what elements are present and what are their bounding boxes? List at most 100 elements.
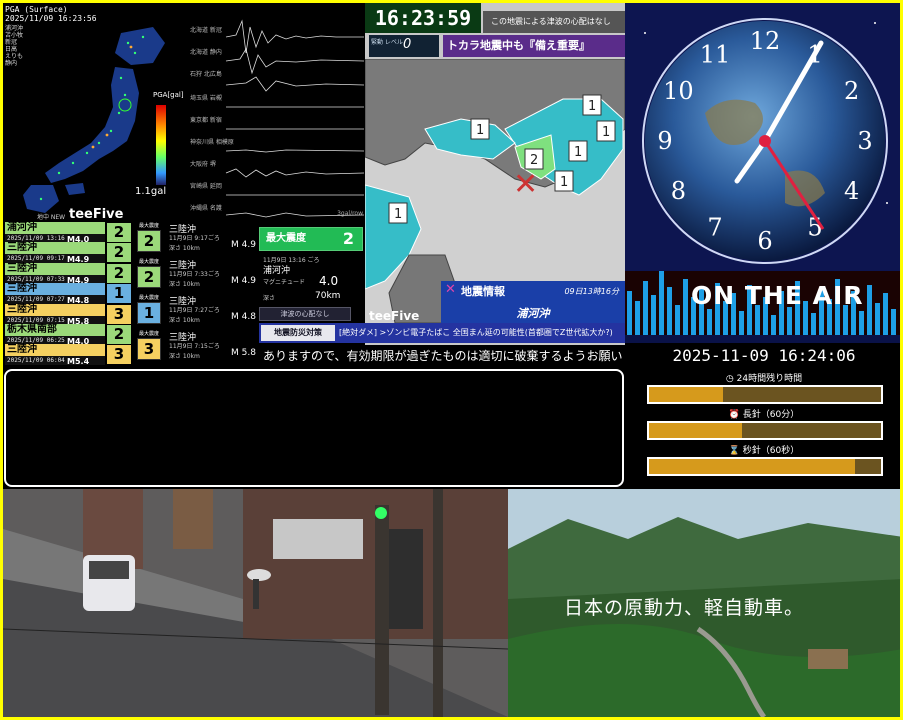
- latest-quake-location: 浦河沖: [263, 266, 291, 276]
- analog-clock: 121234567891011: [625, 3, 900, 273]
- quake-info-title: 地震情報: [461, 285, 505, 298]
- station-list: 浦河沖 苫小牧 新冠 日高 えりも 静内: [5, 25, 23, 67]
- wave-label: 石狩 北広島: [190, 71, 222, 78]
- multiview-screen: PGA (Surface) 2025/11/09 16:23:56 浦河沖 苫小…: [0, 0, 903, 720]
- detail-header: 最大震度: [138, 223, 159, 229]
- caption-box: [4, 369, 624, 487]
- detail-depth: 深さ 10km: [169, 353, 200, 360]
- on-air-label: ON THE AIR: [691, 281, 864, 310]
- bar-track: [647, 385, 883, 404]
- detail-intensity: 2: [137, 266, 161, 288]
- quake-intensity: 2: [107, 263, 131, 283]
- footer-label: 地中 NEW: [37, 214, 66, 221]
- quake-intensity: 2: [107, 325, 131, 344]
- quake-list-item: 栃木県南部 2025/11/09 06:25 M4.0 2: [5, 324, 133, 346]
- intensity-marker: 2: [530, 153, 538, 168]
- wave-label: 北海道 静内: [190, 49, 222, 56]
- detail-time: 11月9日 9:17ごろ: [169, 235, 220, 242]
- station-name: 静内: [5, 60, 18, 67]
- bar-track: [647, 457, 883, 476]
- quake-location: 浦河沖: [5, 222, 105, 234]
- depth-label: 深さ: [263, 295, 276, 302]
- quake-magnitude: M5.4: [67, 357, 90, 365]
- clock-numeral: 3: [857, 127, 872, 155]
- quake-list-item: 三陸沖 2025/11/09 09:17 M4.9 2: [5, 242, 133, 264]
- pga-value: 1.1gal: [135, 186, 167, 197]
- detail-header: 最大震度: [138, 295, 159, 301]
- quake-info-banner: ✕ 地震情報 09日13時16分 浦河沖: [441, 281, 625, 323]
- quake-location: 三陸沖: [5, 262, 105, 275]
- detail-magnitude: M 5.8: [231, 348, 256, 358]
- detail-time: 11月9日 7:33ごろ: [169, 271, 220, 278]
- digital-datetime: 2025-11-09 16:24:06: [625, 343, 900, 369]
- detail-depth: 深さ 10km: [169, 281, 200, 288]
- latest-quake-panel: 最大震度 2 11月9日 13:16 ごろ 浦河沖 マグニチュード 4.0 深さ…: [259, 227, 363, 327]
- street-scene-image: [3, 489, 508, 717]
- bar-track: [647, 421, 883, 440]
- ticker-text: [絶対ダメ] >ゾンビ電子たばこ 全国まん延の可能性(首都圏でZ世代拡大か?): [339, 328, 613, 337]
- magnitude-label: マグニチュード: [263, 279, 306, 286]
- detail-depth: 深さ 10km: [169, 317, 200, 324]
- detail-magnitude: M 4.9: [231, 240, 256, 250]
- station-name: 日高: [5, 46, 18, 53]
- tv-broadcast-panel: ✕ 1 1 1 1 2 1 1 16:23:59 この地震による津波の心配はなし…: [365, 3, 625, 365]
- max-intensity-box: 最大震度 2: [259, 227, 363, 251]
- wave-label: 北海道 新冠: [190, 27, 222, 34]
- intensity-marker: 1: [588, 99, 596, 114]
- bar-label: ⏰ 長針（60分）: [728, 410, 800, 420]
- clock-numeral: 10: [663, 77, 694, 105]
- tv-clock: 16:23:59: [365, 3, 481, 33]
- seismic-header-mode: PGA (Surface): [5, 5, 68, 14]
- bar-fill: [649, 459, 856, 474]
- clock-numeral: 2: [844, 77, 859, 105]
- clock-numeral: 4: [844, 177, 859, 205]
- seismic-monitor-panel: PGA (Surface) 2025/11/09 16:23:56 浦河沖 苫小…: [3, 3, 365, 365]
- quake-level-value: 0: [403, 37, 412, 52]
- bar-label: ⌛ 秒針（60秒）: [728, 446, 800, 456]
- intensity-marker: 1: [602, 125, 610, 140]
- minute-hand-bar: ⏰ 長針（60分）: [625, 407, 900, 447]
- ticker-tag: 地震防災対策: [261, 325, 335, 341]
- traffic-light: [375, 507, 387, 519]
- quake-info-location: 浦河沖: [516, 307, 550, 320]
- clock-numeral: 6: [757, 227, 772, 255]
- max-intensity-label: 最大震度: [266, 233, 306, 244]
- quake-list-item: 浦河沖 2025/11/09 13:16 M4.0 2: [5, 222, 133, 244]
- magnitude-value: 4.0: [319, 274, 339, 288]
- bar-fill: [649, 423, 742, 438]
- detail-intensity: 3: [137, 338, 161, 360]
- scrolling-ticker: ありますので、有効期限が過ぎたものは適切に破棄するようお願いします: [259, 345, 625, 367]
- quake-detail-item: 最大震度 3 三陸沖 11月9日 7:15ごろ 深さ 10km M 5.8: [135, 330, 257, 364]
- detail-header: 最大震度: [138, 259, 159, 265]
- on-air-banner: ON THE AIR: [625, 271, 900, 335]
- pga-scale-label: PGA[gal]: [153, 91, 184, 99]
- quake-location: 三陸沖: [5, 303, 105, 316]
- station-name: 浦河沖: [5, 25, 24, 32]
- max-intensity-value: 2: [342, 229, 354, 248]
- wave-unit-label: 3gal/row: [337, 210, 363, 217]
- quake-detail-item: 最大震度 2 三陸沖 11月9日 9:17ごろ 深さ 10km M 4.9: [135, 222, 257, 256]
- quake-intensity: 1: [107, 284, 131, 304]
- tv-headline: トカラ地震中も『備え重要』: [443, 35, 625, 57]
- detail-magnitude: M 4.9: [231, 276, 256, 286]
- quake-history-list: 浦河沖 2025/11/09 13:16 M4.0 2 三陸沖 2025/11/09 09…: [5, 222, 133, 365]
- quake-list-item: 三陸沖 2025/11/09 07:27 M4.8 1: [5, 283, 133, 305]
- wave-label: 沖縄県 名護: [190, 205, 222, 212]
- tsunami-notice: この地震による津波の心配はなし: [483, 11, 625, 33]
- wave-label: 東京都 新宿: [190, 117, 222, 124]
- quake-info-time: 09日13時16分: [564, 287, 619, 296]
- clock-numeral: 9: [657, 127, 672, 155]
- quake-detail-item: 最大震度 1 三陸沖 11月9日 7:27ごろ 深さ 10km M 4.8: [135, 294, 257, 328]
- clock-numeral: 7: [707, 214, 722, 242]
- quake-list-item: 三陸沖 2025/11/09 07:33 M4.9 2: [5, 262, 133, 285]
- second-hand-bar: ⌛ 秒針（60秒）: [625, 443, 900, 483]
- station-name: 苫小牧: [5, 32, 24, 39]
- clock-numeral: 12: [750, 27, 781, 55]
- quake-detail-item: 最大震度 2 三陸沖 11月9日 7:33ごろ 深さ 10km M 4.9: [135, 258, 257, 292]
- clock-numeral: 8: [671, 177, 686, 205]
- intensity-marker: 1: [560, 175, 568, 190]
- scrolling-ticker-text: ありますので、有効期限が過ぎたものは適切に破棄するようお願いします: [263, 349, 625, 363]
- brand-logo: teeFive: [369, 309, 420, 323]
- quake-datetime: 2025/11/09 06:04: [5, 356, 105, 365]
- tsunami-status: 津波の心配なし: [259, 307, 351, 321]
